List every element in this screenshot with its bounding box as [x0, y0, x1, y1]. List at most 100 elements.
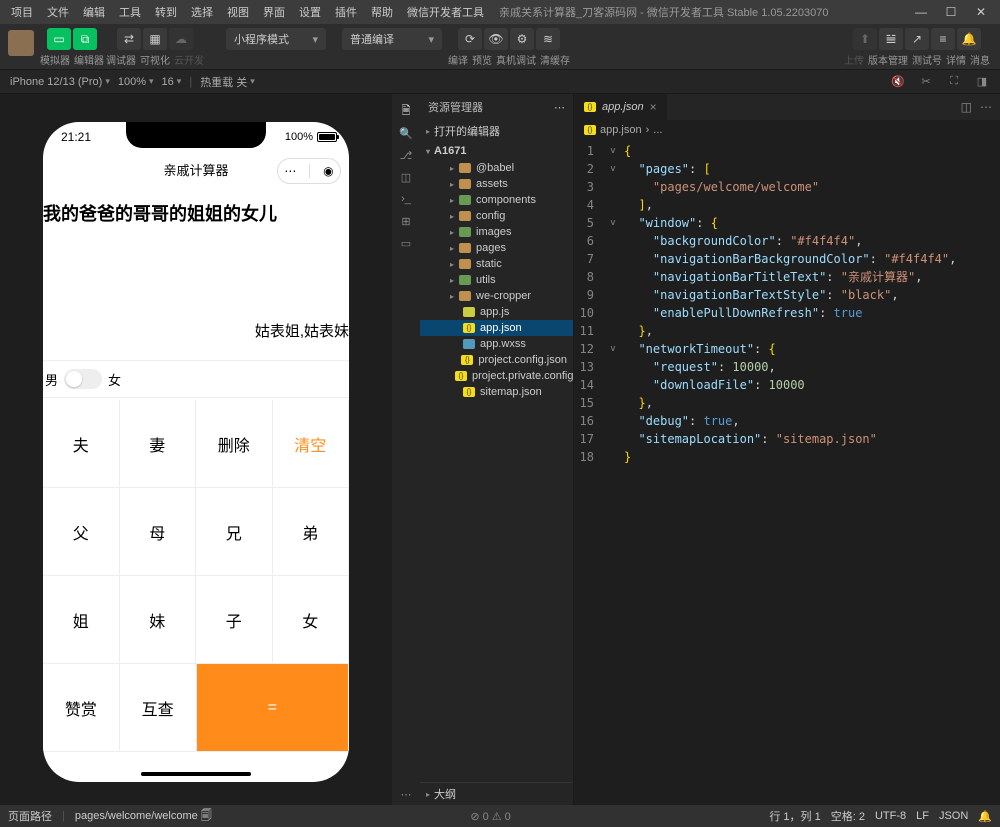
upload-button[interactable]: ⬆ — [853, 28, 877, 50]
visualization-toggle[interactable]: ▦ — [143, 28, 167, 50]
window-close-button[interactable]: ✕ — [966, 5, 996, 19]
keypad-子[interactable]: 子 — [196, 576, 273, 664]
font-dropdown[interactable]: 16 — [162, 76, 182, 88]
keypad-弟[interactable]: 弟 — [273, 488, 350, 576]
explorer-icon[interactable]: 🗎 — [392, 100, 420, 122]
keypad-清空[interactable]: 清空 — [273, 400, 350, 488]
menu-帮助[interactable]: 帮助 — [364, 4, 400, 20]
phone-icon[interactable]: ▭ — [392, 232, 420, 254]
tree-item-config[interactable]: ▸config — [420, 208, 573, 224]
real-debug-button[interactable]: ⚙ — [510, 28, 534, 50]
compile-dropdown[interactable]: 普通编译 — [342, 28, 442, 50]
menu-工具[interactable]: 工具 — [112, 4, 148, 20]
code-area[interactable]: 123456789101112131415161718 vvvv { "page… — [574, 140, 1000, 805]
keypad-姐[interactable]: 姐 — [43, 576, 120, 664]
zoom-dropdown[interactable]: 100% — [118, 76, 154, 88]
editor-tab-app-json[interactable]: app.json × — [574, 94, 668, 120]
compile-button[interactable]: ⟳ — [458, 28, 482, 50]
explorer-more-icon[interactable]: ⋯ — [554, 101, 565, 114]
avatar[interactable] — [8, 30, 34, 56]
mode-dropdown[interactable]: 小程序模式 — [226, 28, 326, 50]
git-icon[interactable]: ⎇ — [392, 144, 420, 166]
keypad-妹[interactable]: 妹 — [120, 576, 197, 664]
menu-界面[interactable]: 界面 — [256, 4, 292, 20]
menu-转到[interactable]: 转到 — [148, 4, 184, 20]
editor-more-icon[interactable]: ⋯ — [980, 100, 992, 114]
preview-button[interactable]: 👁 — [484, 28, 508, 50]
details-button[interactable]: ≡ — [931, 28, 955, 50]
menu-编辑[interactable]: 编辑 — [76, 4, 112, 20]
keypad-赞赏[interactable]: 赞赏 — [43, 664, 120, 752]
menu-微信开发者工具[interactable]: 微信开发者工具 — [400, 4, 491, 20]
keypad-夫[interactable]: 夫 — [43, 400, 120, 488]
copy-icon[interactable]: 🗐 — [201, 807, 212, 826]
outline-section[interactable]: 大纲 — [420, 782, 573, 805]
breadcrumb[interactable]: app.json › ... — [574, 120, 1000, 140]
clear-cache-button[interactable]: ≋ — [536, 28, 560, 50]
terminal-icon[interactable]: ›_ — [392, 188, 420, 210]
keypad-母[interactable]: 母 — [120, 488, 197, 576]
device-dropdown[interactable]: iPhone 12/13 (Pro) — [10, 76, 110, 88]
tab-close-icon[interactable]: × — [650, 100, 657, 114]
menu-选择[interactable]: 选择 — [184, 4, 220, 20]
messages-button[interactable]: 🔔 — [957, 28, 981, 50]
tree-item-project.config.json[interactable]: project.config.json — [420, 352, 573, 368]
tree-item-pages[interactable]: ▸pages — [420, 240, 573, 256]
project-section[interactable]: A1671 — [420, 142, 573, 160]
menu-文件[interactable]: 文件 — [40, 4, 76, 20]
cloud-toggle[interactable]: ☁ — [169, 28, 193, 50]
capsule-close-icon[interactable]: ◉ — [323, 164, 333, 178]
menu-视图[interactable]: 视图 — [220, 4, 256, 20]
mute-icon[interactable]: 🔇 — [890, 75, 906, 88]
keypad-女[interactable]: 女 — [273, 576, 350, 664]
search-icon[interactable]: 🔍 — [392, 122, 420, 144]
menu-插件[interactable]: 插件 — [328, 4, 364, 20]
menu-设置[interactable]: 设置 — [292, 4, 328, 20]
open-editors-section[interactable]: 打开的编辑器 — [420, 120, 573, 142]
keypad-删除[interactable]: 删除 — [196, 400, 273, 488]
problems[interactable]: ⊘ 0 ⚠ 0 — [470, 810, 510, 823]
encoding[interactable]: UTF-8 — [875, 810, 906, 822]
menu-项目[interactable]: 项目 — [4, 4, 40, 20]
tree-item-@babel[interactable]: ▸@babel — [420, 160, 573, 176]
gender-switch[interactable] — [64, 369, 102, 389]
keypad-兄[interactable]: 兄 — [196, 488, 273, 576]
capsule-menu-icon[interactable]: ⋯ — [284, 164, 296, 178]
editor-toggle[interactable]: ⧉ — [73, 28, 97, 50]
tree-item-images[interactable]: ▸images — [420, 224, 573, 240]
more-icon[interactable]: ⋯ — [392, 783, 420, 805]
keypad-互查[interactable]: 互查 — [120, 664, 197, 752]
expand-icon[interactable]: ⛶ — [946, 75, 962, 88]
page-path[interactable]: pages/welcome/welcome 🗐 — [75, 807, 212, 826]
tree-item-components[interactable]: ▸components — [420, 192, 573, 208]
keypad-妻[interactable]: 妻 — [120, 400, 197, 488]
testacct-button[interactable]: ↗ — [905, 28, 929, 50]
tree-item-we-cropper[interactable]: ▸we-cropper — [420, 288, 573, 304]
notification-icon[interactable]: 🔔 — [978, 810, 992, 823]
keypad-父[interactable]: 父 — [43, 488, 120, 576]
dock-icon[interactable]: ◨ — [974, 75, 990, 88]
tree-item-app.wxss[interactable]: app.wxss — [420, 336, 573, 352]
eol[interactable]: LF — [916, 810, 929, 822]
component-icon[interactable]: ◫ — [392, 166, 420, 188]
plugin-icon[interactable]: ⊞ — [392, 210, 420, 232]
debugger-toggle[interactable]: ⇄ — [117, 28, 141, 50]
simulator-toggle[interactable]: ▭ — [47, 28, 71, 50]
tree-item-sitemap.json[interactable]: sitemap.json — [420, 384, 573, 400]
tree-item-app.js[interactable]: app.js — [420, 304, 573, 320]
hotreload-dropdown[interactable]: 热重载 关 — [200, 74, 255, 90]
keypad-=[interactable]: = — [197, 664, 350, 752]
cut-icon[interactable]: ✂ — [918, 75, 934, 88]
version-button[interactable]: 𝌡 — [879, 28, 903, 50]
tree-item-static[interactable]: ▸static — [420, 256, 573, 272]
window-maximize-button[interactable]: ☐ — [936, 5, 966, 19]
split-editor-icon[interactable]: ◫ — [961, 100, 972, 114]
capsule[interactable]: ⋯◉ — [277, 158, 341, 184]
page-path-label[interactable]: 页面路径 — [8, 808, 52, 824]
tree-item-utils[interactable]: ▸utils — [420, 272, 573, 288]
cursor-position[interactable]: 行 1，列 1 — [769, 808, 820, 824]
tree-item-assets[interactable]: ▸assets — [420, 176, 573, 192]
tree-item-app.json[interactable]: app.json — [420, 320, 573, 336]
indent[interactable]: 空格: 2 — [831, 808, 865, 824]
tree-item-project.private.config.js...[interactable]: project.private.config.js... — [420, 368, 573, 384]
